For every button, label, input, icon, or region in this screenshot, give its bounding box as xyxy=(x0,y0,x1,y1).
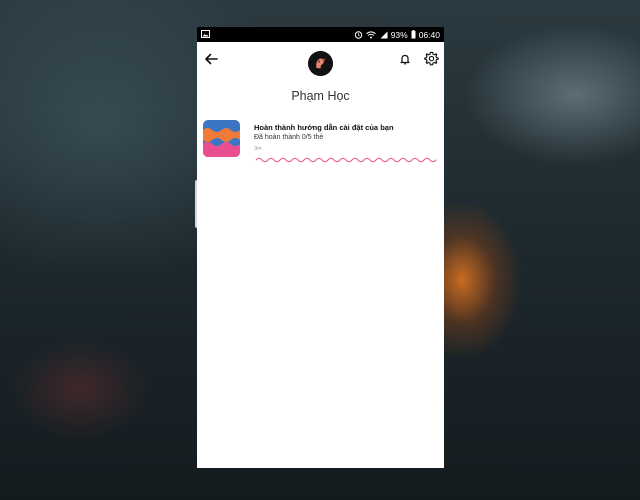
bell-icon xyxy=(399,52,411,70)
gear-icon xyxy=(423,51,439,71)
notification-button[interactable] xyxy=(397,53,413,69)
wifi-icon xyxy=(365,30,376,39)
settings-button[interactable] xyxy=(422,51,440,71)
status-time: 06:40 xyxy=(418,29,440,40)
battery-icon xyxy=(411,30,416,39)
battery-percent: 93% xyxy=(390,29,408,40)
status-bar: 93% 06:40 xyxy=(197,27,444,42)
card-title: Hoàn thành hướng dẫn cài đặt của bạn xyxy=(254,123,394,132)
progress-wave xyxy=(255,151,437,169)
header xyxy=(197,42,444,82)
avatar[interactable] xyxy=(308,51,333,76)
image-icon xyxy=(201,29,210,40)
signal-icon xyxy=(379,31,388,39)
alarm-icon xyxy=(354,30,363,39)
card-subtitle: Đã hoàn thành 0/5 thẻ xyxy=(254,134,324,141)
setup-guide-card[interactable]: Hoàn thành hướng dẫn cài đặt của bạn Đã … xyxy=(197,120,444,180)
card-thumbnail xyxy=(203,120,240,157)
arrow-left-icon xyxy=(204,52,218,70)
profile-name: Phạm Học xyxy=(291,89,350,103)
phone-screen: 93% 06:40 Phạm Học Hoàn thành hướng dẫn … xyxy=(197,27,444,468)
back-button[interactable] xyxy=(202,52,220,70)
